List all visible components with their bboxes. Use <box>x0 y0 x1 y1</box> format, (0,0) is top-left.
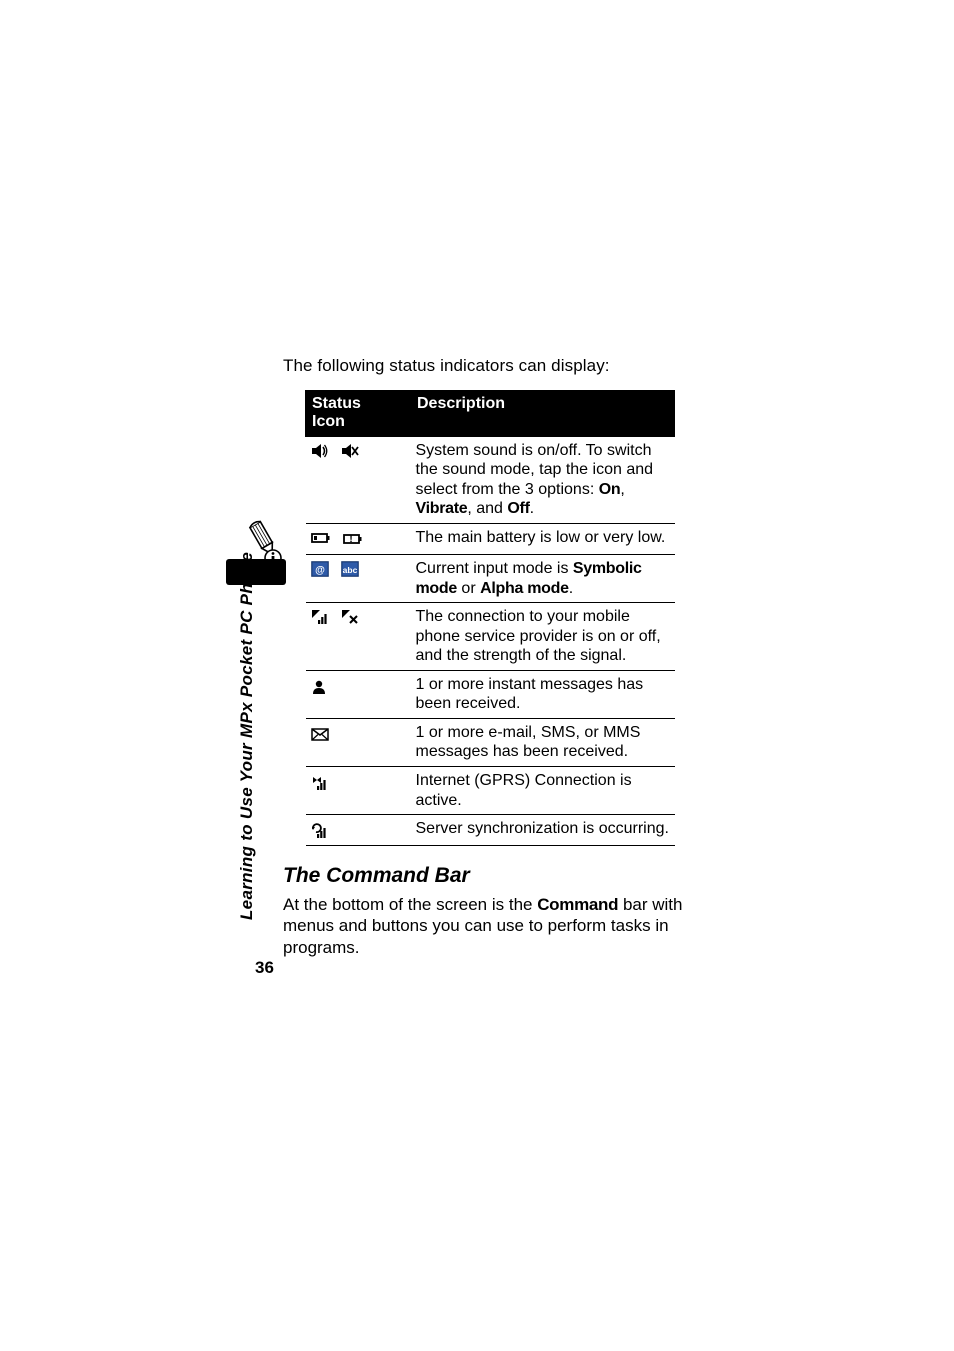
table-row: 1 or more instant messages has been rece… <box>306 670 675 718</box>
battery-very-low-icon: ! <box>343 530 363 546</box>
svg-text:!: ! <box>349 534 352 545</box>
cell-icons <box>306 603 411 671</box>
cell-description: System sound is on/off. To switch the so… <box>411 436 675 523</box>
running-side-label: Learning to Use Your MPx Pocket PC Phone <box>237 552 257 920</box>
cell-icons <box>306 767 411 815</box>
cell-description: Server synchronization is occurring. <box>411 815 675 846</box>
table-header-icon: Status Icon <box>306 391 411 437</box>
battery-low-icon <box>311 531 331 545</box>
page-number: 36 <box>255 958 274 978</box>
table-row: Internet (GPRS) Connection is active. <box>306 767 675 815</box>
im-icon <box>311 679 327 695</box>
input-symbolic-icon: @ <box>311 561 329 577</box>
cell-icons <box>306 815 411 846</box>
cell-description: The main battery is low or very low. <box>411 523 675 555</box>
section-heading-command-bar: The Command Bar <box>283 864 683 888</box>
cell-icons: @ abc <box>306 555 411 603</box>
cell-icons <box>306 436 411 523</box>
svg-text:abc: abc <box>342 565 357 575</box>
cell-icons: ! <box>306 523 411 555</box>
sound-on-icon <box>311 443 329 459</box>
input-alpha-icon: abc <box>341 561 359 577</box>
th-status: Status <box>312 395 361 412</box>
section-body: At the bottom of the screen is the Comma… <box>283 894 683 959</box>
table-row: ! The main battery is low or very low. <box>306 523 675 555</box>
status-icon-table: Status Icon Description <box>305 390 675 846</box>
intro-text: The following status indicators can disp… <box>283 356 683 376</box>
cell-description: 1 or more instant messages has been rece… <box>411 670 675 718</box>
cell-description: The connection to your mobile phone serv… <box>411 603 675 671</box>
svg-text:@: @ <box>315 565 325 576</box>
cell-description: Current input mode is Symbolic mode or A… <box>411 555 675 603</box>
table-row: The connection to your mobile phone serv… <box>306 603 675 671</box>
cell-description: 1 or more e-mail, SMS, or MMS messages h… <box>411 718 675 766</box>
cell-description: Internet (GPRS) Connection is active. <box>411 767 675 815</box>
table-row: Server synchronization is occurring. <box>306 815 675 846</box>
sound-off-icon <box>341 443 359 459</box>
mail-icon <box>311 728 329 741</box>
table-row: 1 or more e-mail, SMS, or MMS messages h… <box>306 718 675 766</box>
sync-icon <box>311 823 329 839</box>
table-row: @ abc Current input mode is Symbolic mod… <box>306 555 675 603</box>
cell-icons <box>306 670 411 718</box>
gprs-icon <box>311 775 329 791</box>
th-icon: Icon <box>312 413 345 430</box>
table-header-description: Description <box>411 391 675 437</box>
signal-on-icon <box>311 609 329 625</box>
table-row: System sound is on/off. To switch the so… <box>306 436 675 523</box>
signal-off-icon <box>341 609 359 625</box>
cell-icons <box>306 718 411 766</box>
